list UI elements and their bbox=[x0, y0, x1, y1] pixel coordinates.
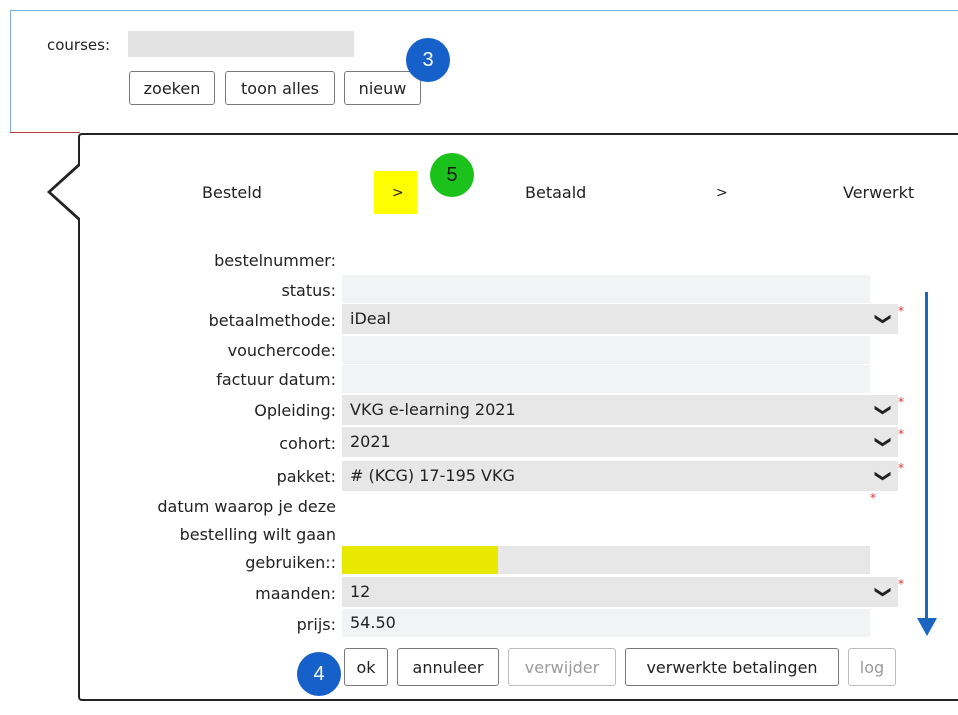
required-marker: * bbox=[870, 491, 876, 505]
chevron-down-icon: ❯ bbox=[874, 435, 894, 449]
frame-border-left bbox=[10, 10, 11, 132]
step-paid: Betaald bbox=[525, 183, 587, 202]
training-select[interactable]: VKG e-learning 2021 ❯ bbox=[342, 395, 898, 425]
step-processed: Verwerkt bbox=[843, 183, 915, 202]
payment-method-select[interactable]: iDeal ❯ bbox=[342, 304, 898, 334]
voucher-code-label: vouchercode: bbox=[227, 341, 336, 360]
use-date-highlight bbox=[342, 546, 498, 574]
use-date-label-line3: gebruiken:: bbox=[245, 553, 336, 572]
step-ordered: Besteld bbox=[202, 183, 262, 202]
price-field: 54.50 bbox=[342, 609, 870, 637]
frame-border-top bbox=[10, 10, 958, 11]
required-marker: * bbox=[898, 577, 904, 591]
months-label: maanden: bbox=[255, 584, 336, 603]
step-badge-3: 3 bbox=[406, 38, 450, 82]
required-marker: * bbox=[898, 304, 904, 318]
step-badge-4: 4 bbox=[297, 652, 341, 696]
arrow-down-icon bbox=[917, 618, 937, 636]
use-date-label-line2: bestelling wilt gaan bbox=[179, 525, 336, 544]
step-separator-2: > bbox=[716, 185, 728, 201]
required-marker: * bbox=[898, 395, 904, 409]
order-number-label: bestelnummer: bbox=[214, 251, 336, 270]
section-divider bbox=[10, 132, 80, 133]
step-badge-5: 5 bbox=[430, 153, 474, 197]
courses-input[interactable] bbox=[128, 31, 354, 57]
chevron-down-icon: ❯ bbox=[874, 403, 894, 417]
delete-button: verwijder bbox=[508, 648, 616, 686]
payment-method-value: iDeal bbox=[350, 309, 391, 328]
cohort-label: cohort: bbox=[279, 434, 336, 453]
status-label: status: bbox=[281, 281, 336, 300]
invoice-date-label: factuur datum: bbox=[216, 370, 336, 389]
required-marker: * bbox=[898, 427, 904, 441]
chevron-down-icon: ❯ bbox=[874, 312, 894, 326]
new-button[interactable]: nieuw bbox=[344, 71, 421, 105]
search-button[interactable]: zoeken bbox=[129, 71, 215, 105]
cohort-select[interactable]: 2021 ❯ bbox=[342, 427, 898, 457]
processed-payments-button[interactable]: verwerkte betalingen bbox=[625, 648, 839, 686]
popup-pointer-fill bbox=[51, 165, 81, 219]
ok-button[interactable]: ok bbox=[344, 648, 388, 686]
log-button: log bbox=[848, 648, 896, 686]
chevron-down-icon: ❯ bbox=[874, 585, 894, 599]
cohort-value: 2021 bbox=[350, 432, 391, 451]
training-value: VKG e-learning 2021 bbox=[350, 400, 516, 419]
package-select[interactable]: # (KCG) 17-195 VKG ❯ bbox=[342, 461, 898, 491]
training-label: Opleiding: bbox=[254, 401, 336, 420]
step-separator-1: > bbox=[392, 185, 404, 201]
show-all-button[interactable]: toon alles bbox=[225, 71, 335, 105]
scroll-arrow-line bbox=[925, 292, 928, 622]
required-marker: * bbox=[898, 461, 904, 475]
package-label: pakket: bbox=[276, 467, 336, 486]
use-date-label-line1: datum waarop je deze bbox=[157, 497, 336, 516]
chevron-down-icon: ❯ bbox=[874, 469, 894, 483]
courses-label: courses: bbox=[47, 36, 111, 54]
months-value: 12 bbox=[350, 582, 371, 601]
cancel-button[interactable]: annuleer bbox=[397, 648, 499, 686]
price-label: prijs: bbox=[296, 615, 336, 634]
invoice-date-field bbox=[342, 365, 870, 393]
status-field bbox=[342, 275, 870, 303]
voucher-code-input[interactable] bbox=[342, 336, 870, 364]
payment-method-label: betaalmethode: bbox=[208, 311, 336, 330]
months-select[interactable]: 12 ❯ bbox=[342, 577, 898, 607]
package-value: # (KCG) 17-195 VKG bbox=[350, 466, 515, 485]
